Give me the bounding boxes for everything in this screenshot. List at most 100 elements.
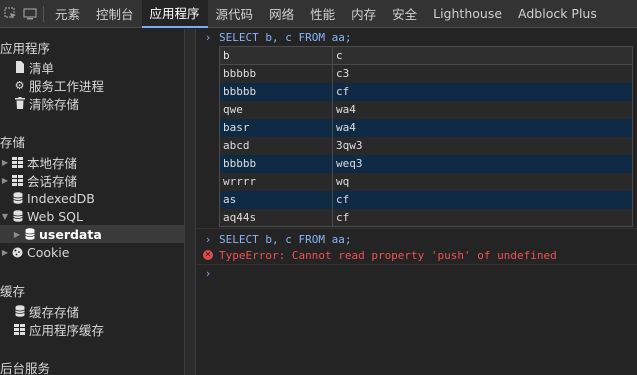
table-cell: basr <box>219 118 333 137</box>
expand-arrow-icon[interactable]: ▶ <box>0 176 10 185</box>
tab-lighthouse[interactable]: Lighthouse <box>425 0 510 28</box>
table-cell: wrrrr <box>219 172 333 191</box>
error-message: TypeError: Cannot read property 'push' o… <box>219 248 557 262</box>
prompt-chevron-icon: › <box>204 232 212 246</box>
prompt-chevron-icon: › <box>204 266 212 280</box>
table-cell: aq44s <box>219 208 333 227</box>
table-cell: weq3 <box>332 154 633 173</box>
console-gutter <box>185 29 196 375</box>
table-row[interactable]: basr wa4 <box>219 118 633 137</box>
sidebar-item-label: Web SQL <box>27 208 83 224</box>
cookie-icon <box>10 247 25 258</box>
table-cell: qwe <box>219 100 333 119</box>
console-entry: › SELECT b, c FROM aa; <box>197 231 637 247</box>
console-input-line[interactable]: › <box>197 265 637 281</box>
sidebar-item-label: 缓存存储 <box>29 304 80 320</box>
table-row[interactable]: wrrrr wq <box>219 172 633 191</box>
table-header-row: b c <box>219 46 633 65</box>
column-header[interactable]: b <box>219 46 333 65</box>
tab-performance[interactable]: 性能 <box>302 0 343 28</box>
sidebar-item-indexeddb[interactable]: IndexedDB <box>0 189 184 207</box>
sidebar-item-label: 会话存储 <box>27 173 78 189</box>
table-cell: cf <box>332 190 633 209</box>
sql-query: SELECT b, c FROM aa; <box>219 232 352 246</box>
section-storage: 存储 <box>0 135 26 150</box>
sidebar-item-label: 清单 <box>29 60 55 76</box>
table-row[interactable]: as cf <box>219 190 633 209</box>
tab-sources[interactable]: 源代码 <box>208 0 262 28</box>
sidebar-item-service-workers[interactable]: ⚙ 服务工作进程 <box>0 76 184 94</box>
sidebar-item-label: 本地存储 <box>27 155 78 171</box>
sql-query: SELECT b, c FROM aa; <box>219 31 352 44</box>
table-cell: cf <box>332 208 633 227</box>
database-icon <box>22 228 37 240</box>
sidebar-item-label: 应用程序缓存 <box>29 322 105 338</box>
collapse-arrow-icon[interactable]: ▼ <box>0 212 10 221</box>
database-icon <box>10 210 25 222</box>
database-icon <box>10 192 25 204</box>
sidebar-item-userdata[interactable]: ▶ userdata <box>0 225 184 243</box>
tab-elements[interactable]: 元素 <box>47 0 88 28</box>
devtools-tabbar: 元素 控制台 应用程序 源代码 网络 性能 内存 安全 Lighthouse A… <box>0 0 637 28</box>
grid-icon <box>10 174 25 186</box>
database-icon <box>12 305 27 317</box>
tab-network[interactable]: 网络 <box>261 0 302 28</box>
grid-icon <box>12 323 27 335</box>
section-background-services: 后台服务 <box>0 361 51 375</box>
console-error-entry: ✕ TypeError: Cannot read property 'push'… <box>197 247 637 263</box>
tab-console[interactable]: 控制台 <box>88 0 142 28</box>
expand-arrow-icon[interactable]: ▶ <box>0 248 10 257</box>
prompt-chevron-icon: › <box>204 31 212 44</box>
inspect-element-icon[interactable] <box>0 0 20 28</box>
sidebar-item-cookie[interactable]: ▶ Cookie <box>0 243 184 261</box>
sidebar-item-manifest[interactable]: 清单 <box>0 58 184 76</box>
section-cache: 缓存 <box>0 284 26 299</box>
expand-arrow-icon[interactable]: ▶ <box>12 230 22 239</box>
console-separator <box>197 228 637 229</box>
table-cell: bbbbb <box>219 82 333 101</box>
sidebar-item-websql[interactable]: ▼ Web SQL <box>0 207 184 225</box>
websql-console[interactable]: › SELECT b, c FROM aa; b c bbbbb c3 bbbbb… <box>197 29 637 375</box>
application-sidebar: 应用程序 清单 ⚙ 服务工作进程 清除存储 存储 ▶ 本地存储 ▶ 会话存储 I… <box>0 29 184 375</box>
table-row[interactable]: aq44s cf <box>219 208 633 227</box>
table-row[interactable]: bbbbb weq3 <box>219 154 633 173</box>
table-row[interactable]: qwe wa4 <box>219 100 633 119</box>
column-header[interactable]: c <box>332 46 633 65</box>
section-application: 应用程序 <box>0 41 51 56</box>
sidebar-item-local-storage[interactable]: ▶ 本地存储 <box>0 153 184 171</box>
table-cell: wa4 <box>332 118 633 137</box>
console-entry: › SELECT b, c FROM aa; <box>197 29 637 46</box>
table-cell: cf <box>332 82 633 101</box>
table-row[interactable]: abcd 3qw3 <box>219 136 633 155</box>
sidebar-item-label: 清除存储 <box>29 96 80 112</box>
sidebar-item-app-cache[interactable]: 应用程序缓存 <box>0 320 184 338</box>
gear-icon: ⚙ <box>14 78 25 92</box>
tab-security[interactable]: 安全 <box>384 0 425 28</box>
table-row[interactable]: bbbbb cf <box>219 82 633 101</box>
table-cell: wq <box>332 172 633 191</box>
tab-memory[interactable]: 内存 <box>343 0 384 28</box>
table-cell: c3 <box>332 64 633 83</box>
sidebar-item-label: Cookie <box>27 244 70 260</box>
table-cell: wa4 <box>332 100 633 119</box>
grid-icon <box>10 156 25 168</box>
file-icon <box>12 61 27 73</box>
table-row[interactable]: bbbbb c3 <box>219 64 633 83</box>
tab-adblock-plus[interactable]: Adblock Plus <box>510 0 605 28</box>
sidebar-item-label: userdata <box>39 226 102 242</box>
sidebar-item-clear-storage[interactable]: 清除存储 <box>0 94 184 112</box>
expand-arrow-icon[interactable]: ▶ <box>0 158 10 167</box>
table-cell: abcd <box>219 136 333 155</box>
sidebar-item-label: IndexedDB <box>27 190 95 206</box>
query-result-table: b c bbbbb c3 bbbbb cf qwe wa4 basr wa4 abcd 3… <box>219 46 633 227</box>
sidebar-item-cache-storage[interactable]: 缓存存储 <box>0 302 184 320</box>
error-icon: ✕ <box>203 250 213 260</box>
sidebar-item-session-storage[interactable]: ▶ 会话存储 <box>0 171 184 189</box>
device-toolbar-icon[interactable] <box>20 0 40 28</box>
table-cell: as <box>219 190 333 209</box>
toolbar-divider <box>43 5 44 22</box>
table-cell: 3qw3 <box>332 136 633 155</box>
trash-icon <box>12 97 27 109</box>
table-cell: bbbbb <box>219 154 333 173</box>
tab-application[interactable]: 应用程序 <box>141 0 208 28</box>
